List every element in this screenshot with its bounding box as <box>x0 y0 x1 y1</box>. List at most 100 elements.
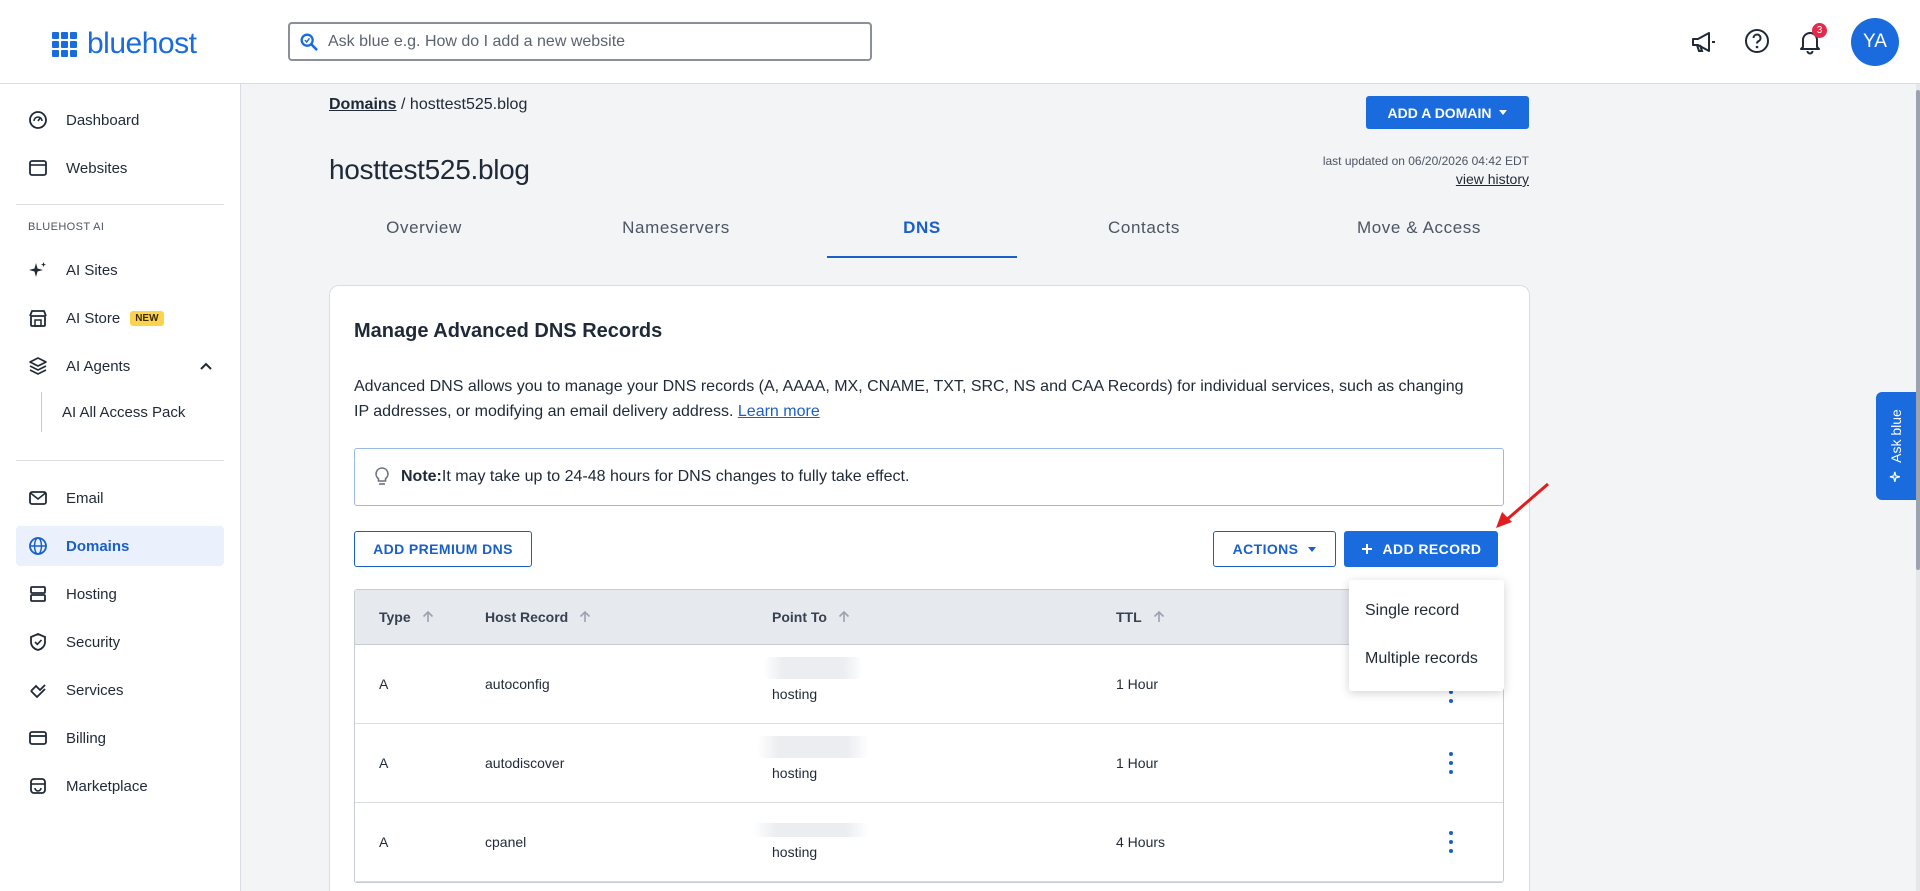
actions-button[interactable]: ACTIONS <box>1213 531 1336 567</box>
sidebar-item-label: Dashboard <box>66 111 140 129</box>
column-label: Type <box>379 609 411 625</box>
sidebar-item-email[interactable]: Email <box>16 478 224 518</box>
sidebar-divider <box>16 460 224 461</box>
column-header-ttl[interactable]: TTL <box>1116 609 1166 625</box>
row-menu-icon[interactable] <box>1447 831 1455 853</box>
add-premium-dns-label: ADD PREMIUM DNS <box>373 541 513 557</box>
marketplace-icon <box>28 776 48 796</box>
cell-type: A <box>379 834 389 850</box>
sidebar-item-domains[interactable]: Domains <box>16 526 224 566</box>
sidebar-item-websites[interactable]: Websites <box>16 148 224 188</box>
sidebar-subitem-ai-all-access-pack[interactable]: AI All Access Pack <box>41 392 224 432</box>
sidebar-item-ai-agents[interactable]: AI Agents <box>16 346 224 386</box>
add-record-button[interactable]: ADD RECORD <box>1344 531 1498 567</box>
layers-icon <box>28 356 48 376</box>
add-record-label: ADD RECORD <box>1382 541 1482 557</box>
logo-grid-icon <box>52 31 77 57</box>
tab-move-access[interactable]: Move & Access <box>1329 218 1509 258</box>
column-label: Host Record <box>485 609 569 625</box>
sidebar: Dashboard Websites BLUEHOST AI AI Sites … <box>0 84 241 891</box>
scrollbar-thumb[interactable] <box>1916 90 1920 570</box>
cell-type: A <box>379 676 389 692</box>
tab-dns[interactable]: DNS <box>827 218 1017 258</box>
cell-host: autodiscover <box>485 755 565 771</box>
sidebar-item-security[interactable]: Security <box>16 622 224 662</box>
sparkle-icon <box>28 260 48 280</box>
ask-blue-tab[interactable]: Ask blue <box>1876 392 1916 500</box>
add-premium-dns-button[interactable]: ADD PREMIUM DNS <box>354 531 532 567</box>
sidebar-item-dashboard[interactable]: Dashboard <box>16 100 224 140</box>
megaphone-icon[interactable] <box>1688 27 1718 57</box>
menu-item-single-record[interactable]: Single record <box>1365 602 1459 620</box>
plus-icon <box>1361 544 1372 554</box>
learn-more-link[interactable]: Learn more <box>738 403 820 420</box>
services-icon <box>28 680 48 700</box>
chevron-up-icon[interactable] <box>198 358 214 374</box>
help-icon[interactable] <box>1742 26 1772 56</box>
cell-ttl: 1 Hour <box>1116 755 1159 771</box>
table-header: Type Host Record Point To TTL <box>355 590 1503 645</box>
column-label: TTL <box>1116 609 1142 625</box>
tab-contacts[interactable]: Contacts <box>1089 218 1199 258</box>
tab-overview[interactable]: Overview <box>369 218 479 258</box>
sparkle-icon <box>1889 471 1901 482</box>
sidebar-item-label: Domains <box>66 537 130 555</box>
ask-blue-label: Ask blue <box>1888 409 1905 463</box>
cell-ttl: 4 Hours <box>1116 834 1166 850</box>
sidebar-item-label: AI Sites <box>66 261 118 279</box>
add-domain-button[interactable]: ADD A DOMAIN <box>1366 96 1529 129</box>
sidebar-item-billing[interactable]: Billing <box>16 718 224 758</box>
logo-text: bluehost <box>87 27 197 60</box>
server-icon <box>28 584 48 604</box>
sidebar-item-label: Services <box>66 681 124 699</box>
view-history-link[interactable]: view history <box>1456 171 1529 187</box>
breadcrumb-current: hosttest525.blog <box>409 96 528 113</box>
sidebar-item-ai-store[interactable]: AI Store NEW <box>16 298 224 338</box>
lightbulb-icon <box>375 467 389 485</box>
sidebar-item-services[interactable]: Services <box>16 670 224 710</box>
row-menu-icon[interactable] <box>1447 752 1455 774</box>
caret-down-icon <box>1499 110 1508 115</box>
column-header-type[interactable]: Type <box>379 609 435 625</box>
note-label: Note: <box>401 468 442 485</box>
dns-note: Note: It may take up to 24-48 hours for … <box>354 448 1504 506</box>
sidebar-item-label: AI All Access Pack <box>62 403 186 421</box>
sidebar-item-label: AI Agents <box>66 357 131 375</box>
sidebar-item-label: Email <box>66 489 104 507</box>
cell-point-to: hosting <box>772 765 818 781</box>
sidebar-item-label: Billing <box>66 729 107 747</box>
main-content: Domains / hosttest525.blog ADD A DOMAIN … <box>241 84 1920 891</box>
actions-label: ACTIONS <box>1232 541 1299 557</box>
store-icon <box>28 308 48 328</box>
breadcrumb-domains-link[interactable]: Domains <box>329 96 397 113</box>
menu-item-multiple-records[interactable]: Multiple records <box>1365 650 1478 668</box>
column-header-point-to[interactable]: Point To <box>772 609 851 625</box>
sidebar-section-label: BLUEHOST AI <box>28 221 105 233</box>
search-box <box>288 22 872 61</box>
search-input[interactable] <box>328 32 870 51</box>
redacted-ip <box>763 657 863 679</box>
card-icon <box>28 728 48 748</box>
last-updated-text: last updated on 06/20/2026 04:42 EDT <box>1322 154 1529 168</box>
sidebar-item-label: Hosting <box>66 585 117 603</box>
sidebar-item-label: Marketplace <box>66 777 148 795</box>
add-domain-label: ADD A DOMAIN <box>1387 104 1492 121</box>
user-avatar[interactable]: YA <box>1851 18 1899 66</box>
sidebar-item-label: Security <box>66 633 121 651</box>
notifications-bell-icon[interactable]: 3 <box>1795 23 1827 57</box>
notification-count-badge: 3 <box>1812 23 1827 38</box>
redacted-ip <box>753 823 869 837</box>
sidebar-item-ai-sites[interactable]: AI Sites <box>16 250 224 290</box>
tab-nameservers[interactable]: Nameservers <box>601 218 751 258</box>
sidebar-item-marketplace[interactable]: Marketplace <box>16 766 224 806</box>
sidebar-item-hosting[interactable]: Hosting <box>16 574 224 614</box>
caret-down-icon <box>1308 546 1317 552</box>
domain-tabs: Overview Nameservers DNS Contacts Move &… <box>329 218 1529 258</box>
card-description: Advanced DNS allows you to manage your D… <box>354 374 1474 424</box>
bluehost-logo[interactable]: bluehost <box>52 27 197 61</box>
cell-point-to: hosting <box>772 686 818 702</box>
mail-icon <box>28 488 48 508</box>
breadcrumb-separator: / <box>396 96 410 113</box>
cell-host: cpanel <box>485 834 527 850</box>
column-header-host-record[interactable]: Host Record <box>485 609 592 625</box>
